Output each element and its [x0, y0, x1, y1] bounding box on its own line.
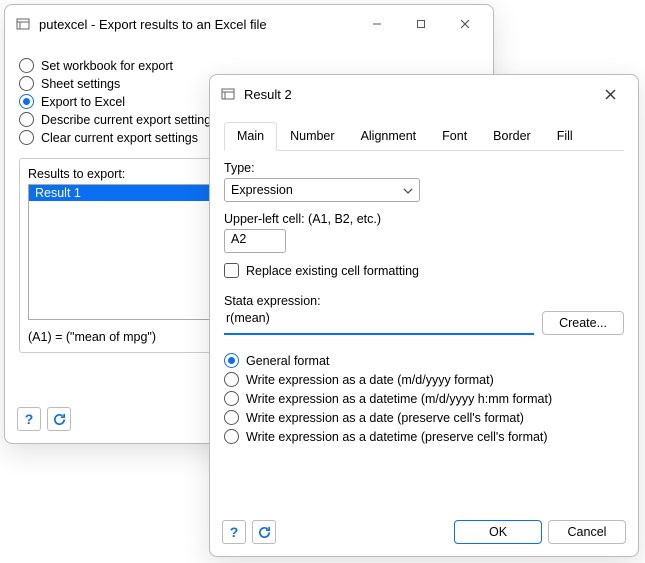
- result-editor-window: Result 2 Main Number Alignment Font Bord…: [209, 74, 639, 557]
- type-label: Type:: [224, 161, 624, 175]
- close-button[interactable]: [588, 80, 632, 108]
- titlebar: Result 2: [210, 75, 638, 113]
- replace-formatting-checkbox[interactable]: Replace existing cell formatting: [224, 263, 624, 278]
- checkbox-label: Replace existing cell formatting: [246, 264, 419, 278]
- tab-border[interactable]: Border: [480, 122, 544, 151]
- format-label: General format: [246, 354, 329, 368]
- close-button[interactable]: [443, 10, 487, 38]
- tab-main[interactable]: Main: [224, 122, 277, 151]
- radio-icon: [224, 372, 239, 387]
- format-label: Write expression as a date (m/d/yyyy for…: [246, 373, 494, 387]
- format-label: Write expression as a date (preserve cel…: [246, 411, 524, 425]
- help-icon: ?: [25, 411, 34, 427]
- option-label: Export to Excel: [41, 95, 125, 109]
- format-date-preserve[interactable]: Write expression as a date (preserve cel…: [224, 410, 624, 425]
- radio-icon: [224, 353, 239, 368]
- format-date-mdy[interactable]: Write expression as a date (m/d/yyyy for…: [224, 372, 624, 387]
- tab-font[interactable]: Font: [429, 122, 480, 151]
- type-value: Expression: [231, 183, 293, 197]
- window-icon: [15, 16, 31, 32]
- radio-icon: [19, 112, 34, 127]
- tabs: Main Number Alignment Font Border Fill: [224, 121, 624, 151]
- help-button[interactable]: ?: [222, 520, 246, 544]
- cell-label: Upper-left cell: (A1, B2, etc.): [224, 212, 624, 226]
- refresh-icon: [257, 525, 272, 540]
- radio-icon: [224, 429, 239, 444]
- titlebar: putexcel - Export results to an Excel fi…: [5, 5, 493, 43]
- format-datetime-mdy[interactable]: Write expression as a datetime (m/d/yyyy…: [224, 391, 624, 406]
- refresh-icon: [52, 412, 67, 427]
- radio-icon: [19, 76, 34, 91]
- reset-button[interactable]: [252, 520, 276, 544]
- checkbox-icon: [224, 263, 239, 278]
- format-label: Write expression as a datetime (preserve…: [246, 430, 548, 444]
- radio-icon: [224, 391, 239, 406]
- format-label: Write expression as a datetime (m/d/yyyy…: [246, 392, 552, 406]
- stata-expression-input[interactable]: r(mean): [224, 311, 534, 335]
- stata-label: Stata expression:: [224, 294, 624, 308]
- format-general[interactable]: General format: [224, 353, 624, 368]
- ok-button[interactable]: OK: [454, 520, 542, 544]
- create-button[interactable]: Create...: [542, 311, 624, 335]
- format-datetime-preserve[interactable]: Write expression as a datetime (preserve…: [224, 429, 624, 444]
- radio-icon: [19, 94, 34, 109]
- reset-button[interactable]: [47, 407, 71, 431]
- tab-number[interactable]: Number: [277, 122, 347, 151]
- option-label: Set workbook for export: [41, 59, 173, 73]
- option-label: Describe current export settings: [41, 113, 217, 127]
- radio-icon: [224, 410, 239, 425]
- option-set-workbook[interactable]: Set workbook for export: [19, 58, 479, 73]
- cancel-button[interactable]: Cancel: [548, 520, 626, 544]
- window-title: putexcel - Export results to an Excel fi…: [39, 17, 355, 32]
- radio-icon: [19, 130, 34, 145]
- option-label: Clear current export settings: [41, 131, 198, 145]
- tab-alignment[interactable]: Alignment: [348, 122, 430, 151]
- help-button[interactable]: ?: [17, 407, 41, 431]
- tab-fill[interactable]: Fill: [544, 122, 586, 151]
- minimize-button[interactable]: [355, 10, 399, 38]
- maximize-button[interactable]: [399, 10, 443, 38]
- window-title: Result 2: [244, 87, 588, 102]
- chevron-down-icon: [403, 183, 413, 197]
- help-icon: ?: [230, 524, 239, 540]
- cell-input[interactable]: A2: [224, 229, 286, 253]
- type-select[interactable]: Expression: [224, 178, 420, 202]
- option-label: Sheet settings: [41, 77, 120, 91]
- radio-icon: [19, 58, 34, 73]
- window-icon: [220, 86, 236, 102]
